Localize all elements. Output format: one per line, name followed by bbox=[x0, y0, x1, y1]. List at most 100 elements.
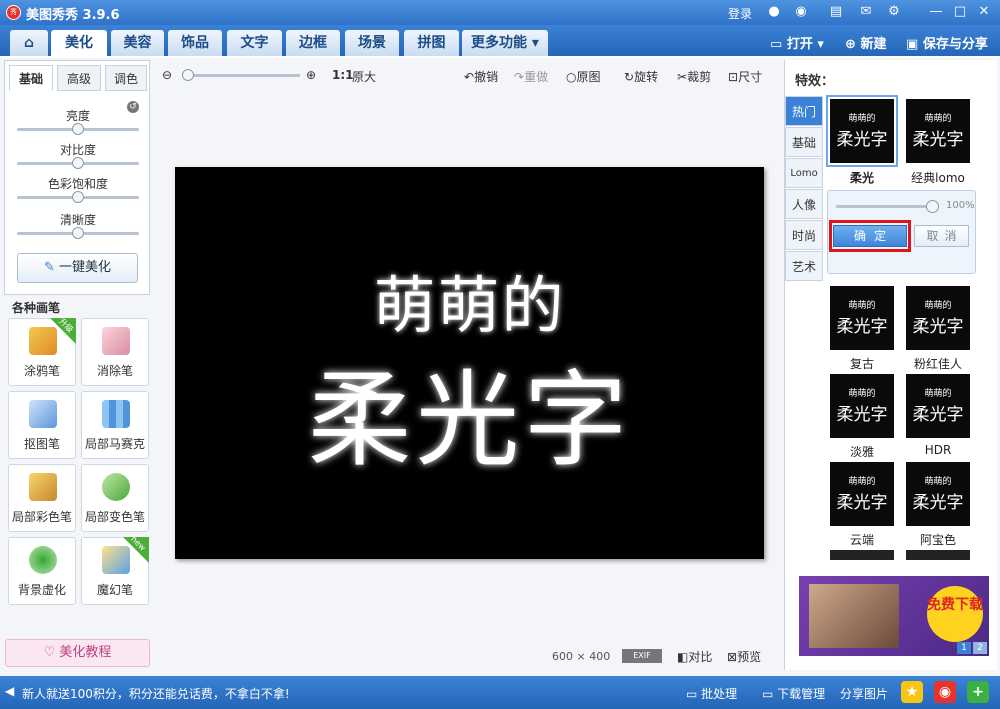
slider-knob[interactable] bbox=[72, 157, 84, 169]
effect-elegant[interactable]: 萌萌的 柔光字 bbox=[830, 374, 894, 438]
zoom-slider[interactable] bbox=[182, 69, 300, 81]
background-blur-button[interactable]: 背景虚化 bbox=[8, 537, 76, 605]
slider-knob[interactable] bbox=[72, 123, 84, 135]
batch-button[interactable]: ▭ 批处理 bbox=[686, 685, 737, 702]
save-share-label: 保存与分享 bbox=[922, 37, 988, 52]
minimize-icon[interactable]: — bbox=[928, 4, 944, 20]
zoom-out-icon[interactable]: ⊖ bbox=[162, 68, 172, 82]
batch-label: 批处理 bbox=[701, 687, 738, 701]
tab-border[interactable]: 边框 bbox=[286, 30, 340, 56]
status-message[interactable]: 新人就送100积分，积分还能兑话费，不拿白不拿! bbox=[22, 685, 290, 702]
tab-accessories[interactable]: 饰品 bbox=[168, 30, 222, 56]
share-image-button[interactable]: 分享图片 bbox=[840, 685, 888, 702]
mosaic-brush-button[interactable]: 局部马赛克 bbox=[81, 391, 149, 459]
tab-text[interactable]: 文字 bbox=[227, 30, 282, 56]
thumb-text-2: 柔光字 bbox=[912, 405, 964, 425]
category-portrait[interactable]: 人像 bbox=[785, 189, 823, 219]
zoom-knob[interactable] bbox=[182, 69, 194, 81]
download-manager-button[interactable]: ▭ 下载管理 bbox=[762, 685, 825, 702]
save-share-button[interactable]: ▣ 保存与分享 bbox=[906, 33, 988, 52]
slider-knob[interactable] bbox=[72, 191, 84, 203]
cutout-brush-label: 抠图笔 bbox=[23, 437, 60, 451]
effect-retro[interactable]: 萌萌的 柔光字 bbox=[830, 286, 894, 350]
thumb-text-2: 柔光字 bbox=[836, 130, 888, 150]
app-logo: 秀 bbox=[6, 5, 21, 20]
tab-advanced[interactable]: 高级 bbox=[57, 65, 101, 91]
magic-brush-button[interactable]: new 魔幻笔 bbox=[81, 534, 149, 605]
saturation-slider[interactable] bbox=[17, 191, 139, 203]
slider-knob[interactable] bbox=[72, 227, 84, 239]
ad-page-2[interactable]: 2 bbox=[973, 642, 987, 654]
cutout-brush-button[interactable]: 抠图笔 bbox=[8, 391, 76, 459]
category-basic[interactable]: 基础 bbox=[785, 127, 823, 157]
effect-classic-lomo[interactable]: 萌萌的 柔光字 bbox=[906, 99, 970, 163]
resize-button[interactable]: ⊡尺寸 bbox=[728, 68, 762, 85]
tutorial-button[interactable]: ♡ 美化教程 bbox=[5, 639, 150, 667]
settings-icon[interactable]: ⚙ bbox=[886, 4, 902, 20]
category-hot[interactable]: 热门 bbox=[785, 96, 823, 126]
category-art[interactable]: 艺术 bbox=[785, 251, 823, 281]
local-color-brush-button[interactable]: 局部彩色笔 bbox=[8, 464, 76, 532]
brightness-slider[interactable] bbox=[17, 123, 139, 135]
zoom-in-icon[interactable]: ⊕ bbox=[306, 68, 316, 82]
maximize-icon[interactable]: □ bbox=[952, 4, 968, 20]
saturation-label: 色彩饱和度 bbox=[47, 177, 108, 191]
weibo-share-icon[interactable]: ◉ bbox=[934, 681, 956, 703]
redo-icon: ↷ bbox=[514, 70, 525, 84]
skin-icon[interactable]: ▤ bbox=[828, 4, 844, 20]
open-button[interactable]: ▭ 打开 ▾ bbox=[770, 33, 824, 52]
image-canvas[interactable]: 萌萌的 柔光字 bbox=[175, 167, 764, 559]
exif-button[interactable]: EXIF bbox=[622, 649, 662, 663]
effect-thumb-partial[interactable] bbox=[830, 550, 894, 560]
ad-page-1[interactable]: 1 bbox=[957, 642, 971, 654]
opacity-knob[interactable] bbox=[926, 200, 939, 213]
tab-color[interactable]: 调色 bbox=[105, 65, 147, 91]
effect-abao[interactable]: 萌萌的 柔光字 bbox=[906, 462, 970, 526]
opacity-slider[interactable] bbox=[836, 200, 939, 213]
effect-soft-light[interactable]: 萌萌的 柔光字 bbox=[826, 95, 898, 167]
rotate-button[interactable]: ↻旋转 bbox=[624, 68, 658, 85]
crop-button[interactable]: ✂裁剪 bbox=[677, 68, 711, 85]
doodle-brush-button[interactable]: 升级 涂鸦笔 bbox=[8, 317, 76, 386]
canvas-area: ⊖ ⊕ 1:1 原大 ↶撤销 ↷重做 ○原图 ↻旋转 ✂裁剪 ⊡尺寸 萌萌的 柔… bbox=[152, 60, 782, 670]
effect-hdr[interactable]: 萌萌的 柔光字 bbox=[906, 374, 970, 438]
close-icon[interactable]: ✕ bbox=[976, 4, 992, 20]
thumb-text-1: 萌萌的 bbox=[848, 389, 876, 399]
add-icon[interactable]: + bbox=[967, 681, 989, 703]
effect-pink-lady[interactable]: 萌萌的 柔光字 bbox=[906, 286, 970, 350]
effect-thumb-partial[interactable] bbox=[906, 550, 970, 560]
compare-button[interactable]: ◧对比 bbox=[677, 648, 712, 665]
color-change-brush-button[interactable]: 局部变色笔 bbox=[81, 464, 149, 532]
ad-download-badge[interactable]: 免费下载 bbox=[927, 586, 983, 642]
tab-basic[interactable]: 基础 bbox=[9, 65, 53, 91]
tab-beautify[interactable]: 美化 bbox=[51, 30, 107, 58]
qq-icon[interactable]: ● bbox=[766, 4, 782, 20]
tab-collage[interactable]: 拼图 bbox=[404, 30, 459, 56]
effect-cloud[interactable]: 萌萌的 柔光字 bbox=[830, 462, 894, 526]
cancel-button[interactable]: 取消 bbox=[914, 225, 969, 247]
preview-button[interactable]: ⊠预览 bbox=[727, 648, 761, 665]
undo-button[interactable]: ↶撤销 bbox=[464, 68, 498, 85]
thumb-text-1: 萌萌的 bbox=[924, 477, 952, 487]
category-lomo[interactable]: Lomo bbox=[785, 158, 823, 188]
one-click-beautify-button[interactable]: ✎ 一键美化 bbox=[17, 253, 138, 283]
weibo-icon[interactable]: ◉ bbox=[793, 4, 809, 20]
eraser-brush-button[interactable]: 消除笔 bbox=[81, 318, 149, 386]
original-image-button[interactable]: ○原图 bbox=[566, 68, 601, 85]
star-icon[interactable]: ★ bbox=[901, 681, 923, 703]
sharpness-slider[interactable] bbox=[17, 227, 139, 239]
home-icon[interactable]: ⌂ bbox=[10, 30, 48, 56]
tab-beauty[interactable]: 美容 bbox=[111, 30, 164, 56]
contrast-slider[interactable] bbox=[17, 157, 139, 169]
category-fashion[interactable]: 时尚 bbox=[785, 220, 823, 250]
message-icon[interactable]: ✉ bbox=[858, 4, 874, 20]
tab-more[interactable]: 更多功能 ▾ bbox=[462, 30, 548, 56]
tab-scene[interactable]: 场景 bbox=[345, 30, 399, 56]
redo-button[interactable]: ↷重做 bbox=[514, 68, 548, 85]
paint-bucket-icon bbox=[102, 473, 130, 501]
original-size-button[interactable]: 原大 bbox=[352, 68, 376, 85]
magic-brush-label: 魔幻笔 bbox=[96, 583, 133, 597]
effects-panel: 特效： 热门 基础 Lomo 人像 时尚 艺术 萌萌的 柔光字 柔光 萌萌的 柔光字… bbox=[784, 60, 997, 670]
new-button[interactable]: ⊕ 新建 bbox=[845, 33, 886, 52]
login-link[interactable]: 登录 bbox=[728, 5, 752, 22]
